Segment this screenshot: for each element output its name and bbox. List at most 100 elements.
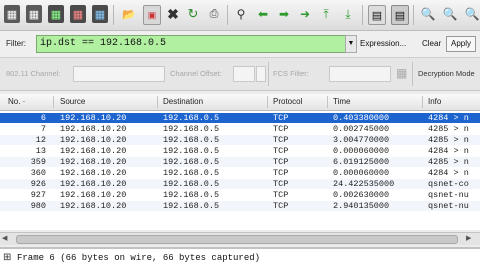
packet-time: 0.002745000 (333, 124, 390, 134)
packet-no: 13 (35, 146, 46, 156)
column-header-destination[interactable]: Destination (163, 97, 203, 106)
packet-info: qsnet-co (428, 179, 469, 189)
packet-protocol: TCP (273, 113, 289, 123)
channel-label: 802.11 Channel: (6, 69, 61, 78)
packet-source: 192.168.10.20 (60, 146, 127, 156)
wireless-toolbar: 802.11 Channel: Channel Offset: FCS Filt… (0, 58, 480, 91)
packet-row[interactable]: 980 192.168.10.20 192.168.0.5 TCP 2.9401… (0, 201, 480, 211)
packet-source: 192.168.10.20 (60, 135, 127, 145)
toolbar-separator (413, 5, 414, 25)
packet-time: 24.422535000 (333, 179, 395, 189)
packet-row[interactable]: 359 192.168.10.20 192.168.0.5 TCP 6.0191… (0, 157, 480, 167)
scroll-left-icon[interactable]: ◀ (2, 234, 12, 244)
find-packet-icon[interactable]: ⚲ (233, 5, 249, 23)
column-header-time[interactable]: Time (333, 97, 350, 106)
packet-time: 6.019125000 (333, 157, 390, 167)
packet-info: 4285 > n (428, 135, 469, 145)
toolbar-separator (268, 62, 269, 86)
filter-toolbar: Filter: ip.dst == 192.168.0.5 ▼ Expressi… (0, 31, 480, 58)
packet-row[interactable]: 12 192.168.10.20 192.168.0.5 TCP 3.00477… (0, 135, 480, 145)
list-interfaces-icon[interactable]: ▦ (4, 5, 20, 23)
column-divider[interactable] (53, 96, 54, 108)
column-header-source[interactable]: Source (60, 97, 85, 106)
expression-button[interactable]: Expression... (360, 39, 406, 48)
column-divider[interactable] (422, 96, 423, 108)
horizontal-scrollbar[interactable]: ◀ ▶ (0, 232, 480, 245)
autoscroll-icon[interactable]: ▤ (391, 5, 409, 25)
packet-source: 192.168.10.20 (60, 168, 127, 178)
packet-destination: 192.168.0.5 (163, 168, 220, 178)
start-capture-icon[interactable]: ▦ (48, 5, 64, 23)
channel-offset-select[interactable] (233, 66, 255, 82)
packet-protocol: TCP (273, 157, 289, 167)
packet-protocol: TCP (273, 201, 289, 211)
packet-source: 192.168.10.20 (60, 157, 127, 167)
save-file-icon[interactable]: ▣ (143, 5, 161, 25)
packet-source: 192.168.10.20 (60, 190, 127, 200)
toolbar-separator (362, 5, 363, 25)
column-divider[interactable] (157, 96, 158, 108)
go-forward-icon[interactable]: ➡ (276, 5, 292, 23)
main-toolbar: ▦ ▦ ▦ ▦ ▦ 📂 ▣ ✖ ↻ ⎙ ⚲ ⬅ ➡ ➜ ⤒ ⤓ ▤ ▤ 🔍 🔍 … (0, 0, 480, 31)
channel-offset-dropdown[interactable] (256, 66, 266, 82)
zoom-out-icon[interactable]: 🔍 (442, 5, 458, 23)
packet-destination: 192.168.0.5 (163, 201, 220, 211)
packet-destination: 192.168.0.5 (163, 157, 220, 167)
decryption-mode-label: Decryption Mode (418, 69, 475, 78)
packet-protocol: TCP (273, 190, 289, 200)
zoom-in-icon[interactable]: 🔍 (420, 5, 436, 23)
print-icon[interactable]: ⎙ (206, 5, 222, 23)
go-to-packet-icon[interactable]: ➜ (297, 5, 313, 23)
column-divider[interactable] (267, 96, 268, 108)
wireless-settings-icon[interactable]: ▦ (396, 62, 410, 84)
stop-capture-icon[interactable]: ▦ (70, 5, 86, 23)
packet-row[interactable]: 6 192.168.10.20 192.168.0.5 TCP 0.403380… (0, 113, 480, 123)
fcs-filter-select[interactable] (329, 66, 391, 82)
open-file-icon[interactable]: 📂 (121, 5, 137, 23)
restart-capture-icon[interactable]: ▦ (92, 5, 108, 23)
packet-no: 359 (30, 157, 46, 167)
column-divider[interactable] (327, 96, 328, 108)
close-file-icon[interactable]: ✖ (165, 5, 181, 23)
apply-button[interactable]: Apply (446, 36, 476, 52)
packet-protocol: TCP (273, 124, 289, 134)
packet-list: 6 192.168.10.20 192.168.0.5 TCP 0.403380… (0, 111, 480, 230)
scroll-right-icon[interactable]: ▶ (466, 234, 476, 244)
go-back-icon[interactable]: ⬅ (255, 5, 271, 23)
colorize-icon[interactable]: ▤ (368, 5, 386, 25)
packet-no: 7 (40, 124, 46, 134)
packet-info: qsnet-nu (428, 190, 469, 200)
packet-destination: 192.168.0.5 (163, 113, 220, 123)
zoom-normal-icon[interactable]: 🔍 (464, 5, 480, 23)
chevron-down-icon[interactable]: ▼ (345, 35, 357, 53)
scrollbar-thumb[interactable] (16, 235, 458, 244)
filter-input[interactable]: ip.dst == 192.168.0.5 (36, 35, 346, 53)
column-header-protocol[interactable]: Protocol (273, 97, 302, 106)
packet-info: 4284 > n (428, 146, 469, 156)
packet-time: 0.002630000 (333, 190, 390, 200)
reload-icon[interactable]: ↻ (185, 5, 201, 23)
packet-row[interactable]: 360 192.168.10.20 192.168.0.5 TCP 0.0000… (0, 168, 480, 178)
packet-row[interactable]: 13 192.168.10.20 192.168.0.5 TCP 0.00006… (0, 146, 480, 156)
packet-row[interactable]: 927 192.168.10.20 192.168.0.5 TCP 0.0026… (0, 190, 480, 200)
packet-list-header: No. · Source Destination Protocol Time I… (0, 94, 480, 111)
column-header-no[interactable]: No. · (8, 97, 25, 106)
expand-toggle-icon[interactable]: ⊞ (3, 252, 11, 264)
capture-options-icon[interactable]: ▦ (26, 5, 42, 23)
clear-button[interactable]: Clear (422, 39, 441, 48)
packet-row[interactable]: 926 192.168.10.20 192.168.0.5 TCP 24.422… (0, 179, 480, 189)
packet-no: 12 (35, 135, 46, 145)
packet-protocol: TCP (273, 168, 289, 178)
column-header-info[interactable]: Info (428, 97, 441, 106)
packet-no: 926 (30, 179, 46, 189)
packet-no: 360 (30, 168, 46, 178)
packet-time: 0.000060000 (333, 168, 390, 178)
frame-summary[interactable]: Frame 6 (66 bytes on wire, 66 bytes capt… (17, 253, 260, 263)
packet-row[interactable]: 7 192.168.10.20 192.168.0.5 TCP 0.002745… (0, 124, 480, 134)
toolbar-separator (412, 62, 413, 86)
go-first-icon[interactable]: ⤒ (318, 5, 334, 23)
packet-no: 927 (30, 190, 46, 200)
packet-destination: 192.168.0.5 (163, 190, 220, 200)
channel-select[interactable] (73, 66, 165, 82)
go-last-icon[interactable]: ⤓ (340, 5, 356, 23)
